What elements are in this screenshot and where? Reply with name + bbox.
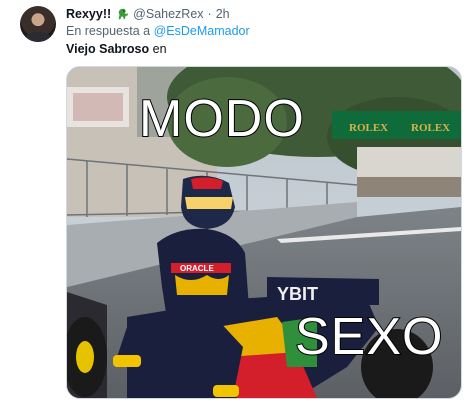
tweet-bold-text: Viejo Sabroso (66, 42, 150, 56)
meme-top-text: MODO (138, 90, 305, 148)
tweet-text: Viejo Sabroso en (66, 42, 167, 56)
tweet-rest-text: en (149, 42, 167, 56)
reply-mention-link[interactable]: @EsDeMamador (154, 24, 250, 38)
oracle-text: ORACLE (180, 264, 214, 273)
reply-prefix: En respuesta a (66, 24, 151, 38)
dinosaur-emoji-icon (118, 8, 129, 20)
car-sponsor-text: YBIT (277, 284, 318, 304)
rolex-banner-text-2: ROLEX (411, 122, 450, 134)
separator-dot: · (207, 7, 212, 21)
author-handle[interactable]: @SahezRex (133, 7, 203, 21)
avatar[interactable] (20, 6, 56, 42)
rolex-banner-text-1: ROLEX (349, 122, 388, 134)
meme-bottom-text: SEXO (294, 308, 444, 366)
timestamp[interactable]: 2h (216, 7, 230, 21)
tweet-media-image[interactable]: ROLEX ROLEX YBIT ORACLE MODO SEXO (66, 66, 462, 399)
reply-context: En respuesta a @EsDeMamador (66, 24, 250, 38)
tweet-header: Rexyy!! @SahezRex · 2h (66, 6, 230, 22)
author-name[interactable]: Rexyy!! (66, 7, 111, 21)
